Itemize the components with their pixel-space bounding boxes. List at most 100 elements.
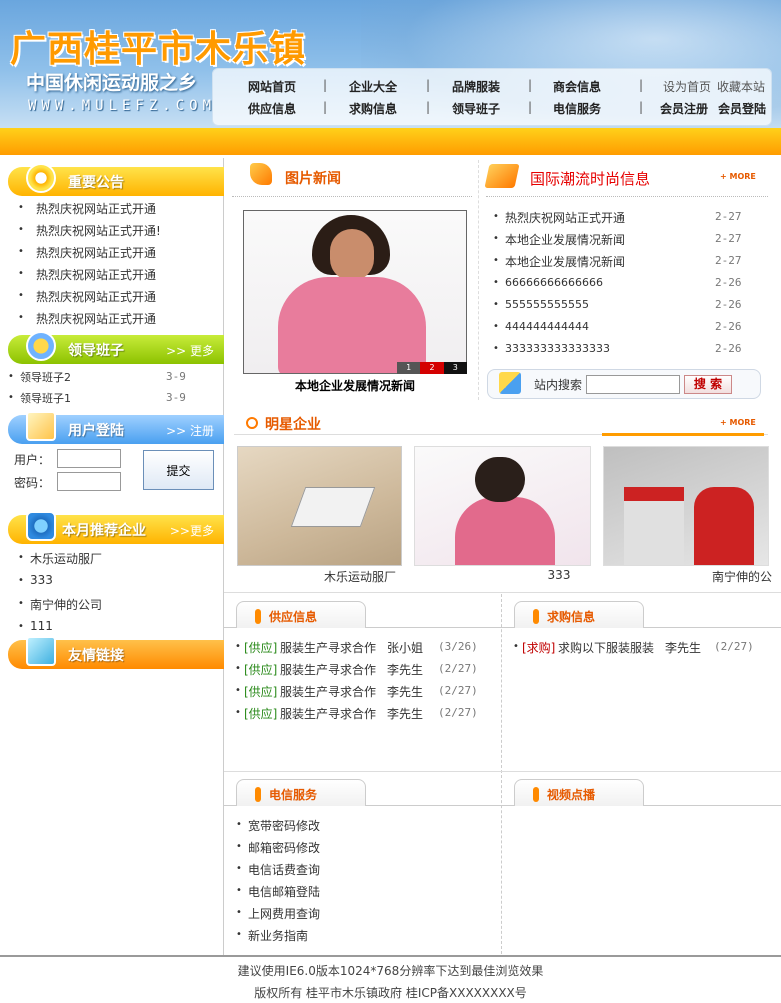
star-image-3[interactable] <box>603 446 769 566</box>
book-icon <box>484 164 520 188</box>
tab-supply[interactable]: 供应信息 <box>236 601 366 628</box>
supply-tag[interactable]: [供应] <box>244 639 277 656</box>
star-caption[interactable]: 木乐运动服厂 <box>260 568 460 585</box>
column-divider <box>501 594 502 954</box>
supply-date: (2/27) <box>438 684 478 697</box>
fashion-item[interactable]: 本地企业发展情况新闻 <box>505 231 625 248</box>
nav-enterprises[interactable]: 企业大全 <box>349 78 397 95</box>
nav-brands[interactable]: 品牌服装 <box>452 78 500 95</box>
nav-home[interactable]: 网站首页 <box>248 78 296 95</box>
bullet-icon: • <box>18 552 24 563</box>
recommended-item[interactable]: 111 <box>30 619 53 633</box>
announcement-item[interactable]: 热烈庆祝网站正式开通 <box>36 266 156 283</box>
video-title: 视频点播 <box>547 788 596 802</box>
supply-item[interactable]: 服装生产寻求合作 <box>280 705 376 722</box>
nav-supply[interactable]: 供应信息 <box>248 100 296 117</box>
password-input[interactable] <box>57 472 121 491</box>
telecom-item[interactable]: 邮箱密码修改 <box>248 839 320 856</box>
bullet-icon: • <box>8 371 14 382</box>
supply-item[interactable]: 服装生产寻求合作 <box>280 683 376 700</box>
announcement-item[interactable]: 热烈庆祝网站正式开通 <box>36 200 156 217</box>
tab-video[interactable]: 视频点播 <box>514 779 644 806</box>
supply-tag[interactable]: [供应] <box>244 705 277 722</box>
recommended-more-link[interactable]: >>更多 <box>170 522 214 539</box>
recommended-item[interactable]: 333 <box>30 573 53 587</box>
leadership-item[interactable]: 领导班子1 <box>20 390 71 406</box>
supply-person: 李先生 <box>387 663 424 677</box>
bullet-icon: • <box>493 321 499 332</box>
fashion-item[interactable]: 333333333333333 <box>505 342 610 355</box>
nav-telecom[interactable]: 电信服务 <box>553 100 601 117</box>
fashion-item[interactable]: 555555555555 <box>505 298 589 311</box>
fashion-title: 国际潮流时尚信息 <box>530 170 651 188</box>
nav-separator: | <box>323 100 328 114</box>
purchase-tag[interactable]: [求购] <box>522 639 555 656</box>
telecom-item[interactable]: 新业务指南 <box>248 927 308 944</box>
tab-purchase[interactable]: 求购信息 <box>514 601 644 628</box>
telecom-item[interactable]: 电信邮箱登陆 <box>248 883 320 900</box>
telecom-item[interactable]: 电信话费查询 <box>248 861 320 878</box>
search-input[interactable] <box>586 375 680 394</box>
set-home-link[interactable]: 设为首页 <box>663 78 711 95</box>
supply-item[interactable]: 服装生产寻求合作 <box>280 639 376 656</box>
telecom-item[interactable]: 上网费用查询 <box>248 905 320 922</box>
login-link[interactable]: 会员登陆 <box>718 100 766 117</box>
recommended-item[interactable]: 南宁伸的公司 <box>30 596 102 613</box>
announcement-item[interactable]: 热烈庆祝网站正式开通 <box>36 288 156 305</box>
supply-item[interactable]: 服装生产寻求合作 <box>280 661 376 678</box>
announcement-item[interactable]: 热烈庆祝网站正式开通 <box>36 244 156 261</box>
pager-3[interactable]: 3 <box>443 362 467 374</box>
search-label: 站内搜索 <box>534 378 583 392</box>
recommended-item[interactable]: 木乐运动服厂 <box>30 550 102 567</box>
bullet-icon: • <box>235 663 241 674</box>
nav-separator: | <box>528 78 533 92</box>
register-link-side[interactable]: >> 注册 <box>166 422 214 439</box>
photo-news-caption[interactable]: 本地企业发展情况新闻 <box>243 377 467 394</box>
bullet-icon: • <box>18 268 24 279</box>
bullet-icon: • <box>18 202 24 213</box>
supply-tag[interactable]: [供应] <box>244 683 277 700</box>
fashion-more-link[interactable]: + MORE <box>720 172 756 181</box>
register-link[interactable]: 会员注册 <box>660 100 708 117</box>
photo-news-image[interactable] <box>243 210 467 374</box>
jacket-shape <box>624 487 684 565</box>
announcement-item[interactable]: 热烈庆祝网站正式开通 <box>36 310 156 327</box>
fashion-item[interactable]: 热烈庆祝网站正式开通 <box>505 209 625 226</box>
leadership-title: 领导班子 <box>68 343 124 359</box>
login-submit-button[interactable]: 提交 <box>143 450 214 490</box>
tab-telecom[interactable]: 电信服务 <box>236 779 366 806</box>
bullet-icon: • <box>236 863 242 874</box>
nav-separator: | <box>323 78 328 92</box>
footer-divider <box>0 955 781 957</box>
hair-shape <box>475 457 525 502</box>
announcement-item[interactable]: 热烈庆祝网站正式开通! <box>36 222 161 239</box>
star-more-link[interactable]: + MORE <box>720 418 756 427</box>
star-caption[interactable]: 333 <box>459 568 659 582</box>
telecom-title: 电信服务 <box>269 788 318 802</box>
fashion-item[interactable]: 66666666666666 <box>505 276 603 289</box>
fashion-item[interactable]: 444444444444 <box>505 320 589 333</box>
ring-icon <box>246 417 258 429</box>
star-caption[interactable]: 南宁伸的公 <box>712 568 772 585</box>
pager-2[interactable]: 2 <box>420 362 444 374</box>
pager-1[interactable]: 1 <box>397 362 421 374</box>
search-button[interactable]: 搜 索 <box>684 375 732 394</box>
fashion-item[interactable]: 本地企业发展情况新闻 <box>505 253 625 270</box>
bullet-icon: • <box>18 290 24 301</box>
announcements-header: 重要公告 <box>8 163 224 196</box>
nav-purchase[interactable]: 求购信息 <box>349 100 397 117</box>
star-image-2[interactable] <box>414 446 591 566</box>
star-image-1[interactable] <box>237 446 402 566</box>
bullet-icon: • <box>18 224 24 235</box>
bullet-icon: • <box>8 392 14 403</box>
leadership-item[interactable]: 领导班子2 <box>20 369 71 385</box>
leadership-more-link[interactable]: >> 更多 <box>166 342 214 359</box>
nav-leadership[interactable]: 领导班子 <box>452 100 500 117</box>
bookmark-link[interactable]: 收藏本站 <box>717 78 765 95</box>
purchase-item[interactable]: 求购以下服装服装 <box>558 639 654 656</box>
username-input[interactable] <box>57 449 121 468</box>
supply-tag[interactable]: [供应] <box>244 661 277 678</box>
telecom-item[interactable]: 宽带密码修改 <box>248 817 320 834</box>
username-label: 用户： <box>14 453 51 467</box>
nav-chamber[interactable]: 商会信息 <box>553 78 601 95</box>
